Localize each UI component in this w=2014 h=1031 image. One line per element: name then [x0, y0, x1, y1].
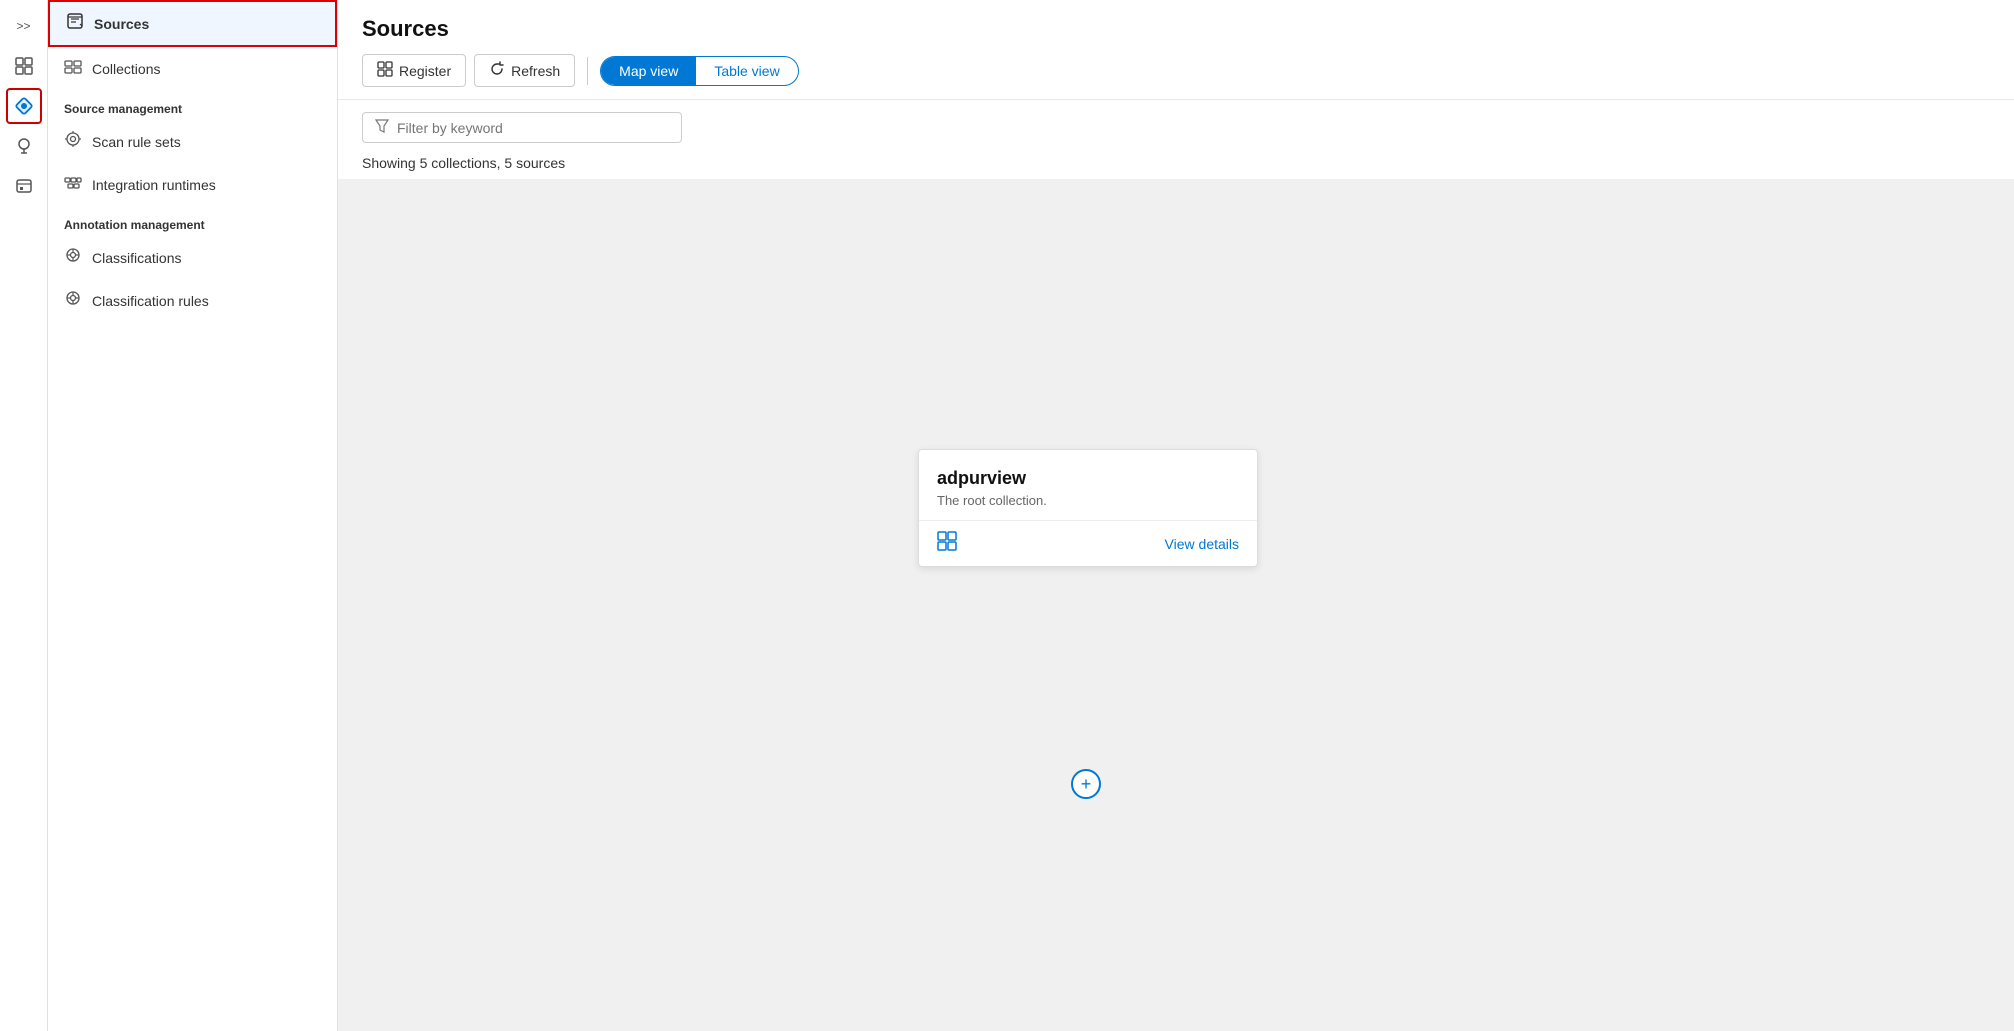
- scan-rule-sets-label: Scan rule sets: [92, 134, 181, 150]
- filter-input[interactable]: [397, 120, 669, 136]
- classification-rules-label: Classification rules: [92, 293, 209, 309]
- annotation-management-title: Annotation management: [48, 206, 337, 236]
- register-icon: [377, 61, 393, 80]
- collections-label: Collections: [92, 61, 160, 77]
- sidebar-item-scan-rule-sets[interactable]: Scan rule sets: [48, 120, 337, 163]
- showing-text: Showing 5 collections, 5 sources: [338, 155, 2014, 179]
- card-bottom: View details: [919, 520, 1257, 566]
- card-description: The root collection.: [937, 493, 1239, 508]
- collection-card: adpurview The root collection. View deta…: [918, 449, 1258, 567]
- card-grid-icon: [937, 531, 957, 556]
- sidebar: Sources Collections Source management: [48, 0, 338, 1031]
- main-content: Sources Register: [338, 0, 2014, 1031]
- integration-runtimes-icon: [64, 173, 82, 196]
- register-label: Register: [399, 63, 451, 79]
- sources-icon: [66, 12, 84, 35]
- view-toggle: Map view Table view: [600, 56, 799, 86]
- collections-rail-icon[interactable]: [6, 48, 42, 84]
- purview-rail-icon[interactable]: [6, 88, 42, 124]
- toolbar: Register Refresh Map view Table view: [362, 54, 1990, 87]
- classification-rules-icon: [64, 289, 82, 312]
- scan-rule-sets-icon: [64, 130, 82, 153]
- sidebar-item-sources[interactable]: Sources: [48, 0, 337, 47]
- sidebar-item-classifications[interactable]: Classifications: [48, 236, 337, 279]
- filter-icon: [375, 119, 389, 136]
- refresh-button[interactable]: Refresh: [474, 54, 575, 87]
- table-view-button[interactable]: Table view: [696, 57, 797, 85]
- classifications-icon: [64, 246, 82, 269]
- filter-bar: [338, 100, 2014, 155]
- expand-plus-button[interactable]: +: [1071, 769, 1101, 799]
- refresh-icon: [489, 61, 505, 80]
- classifications-label: Classifications: [92, 250, 181, 266]
- insights-rail-icon[interactable]: [6, 128, 42, 164]
- view-details-link[interactable]: View details: [1165, 536, 1239, 552]
- expand-sidebar-button[interactable]: >>: [6, 8, 42, 44]
- map-area[interactable]: adpurview The root collection. View deta…: [338, 179, 2014, 1031]
- refresh-label: Refresh: [511, 63, 560, 79]
- toolbar-divider: [587, 57, 588, 85]
- map-view-button[interactable]: Map view: [601, 57, 696, 85]
- card-top: adpurview The root collection.: [919, 450, 1257, 520]
- sources-label: Sources: [94, 16, 149, 32]
- sidebar-item-integration-runtimes[interactable]: Integration runtimes: [48, 163, 337, 206]
- filter-input-wrap: [362, 112, 682, 143]
- sidebar-item-collections[interactable]: Collections: [48, 47, 337, 90]
- page-title: Sources: [362, 16, 1990, 42]
- source-management-title: Source management: [48, 90, 337, 120]
- main-header: Sources Register: [338, 0, 2014, 100]
- register-button[interactable]: Register: [362, 54, 466, 87]
- integration-runtimes-label: Integration runtimes: [92, 177, 216, 193]
- card-name: adpurview: [937, 468, 1239, 489]
- collections-icon: [64, 57, 82, 80]
- sidebar-item-classification-rules[interactable]: Classification rules: [48, 279, 337, 322]
- management-rail-icon[interactable]: [6, 168, 42, 204]
- icon-rail: >>: [0, 0, 48, 1031]
